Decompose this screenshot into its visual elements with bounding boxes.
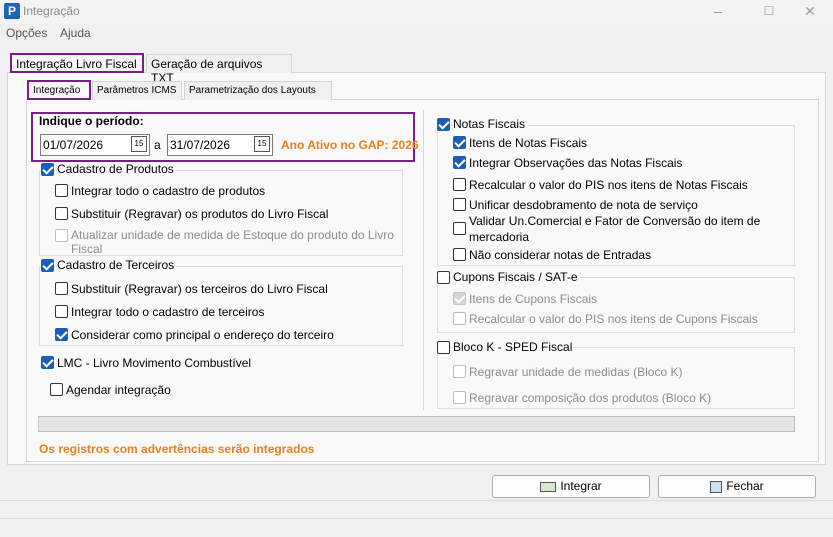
close-button[interactable]: ✕ xyxy=(787,0,833,24)
terceiros-integrar-checkbox[interactable] xyxy=(55,305,68,318)
start-calendar-icon[interactable]: 15 xyxy=(131,136,147,152)
column-divider xyxy=(423,110,424,410)
blocok-composicao-label: Regravar composição dos produtos (Bloco … xyxy=(469,391,712,405)
integrar-label: Integrar xyxy=(560,479,602,493)
produtos-integrar-checkbox[interactable] xyxy=(55,184,68,197)
produtos-substituir-label: Substituir (Regravar) os produtos do Liv… xyxy=(71,207,329,221)
terceiros-title: Cadastro de Terceiros xyxy=(57,258,177,272)
fechar-button[interactable]: Fechar xyxy=(658,475,816,498)
produtos-title: Cadastro de Produtos xyxy=(57,162,176,176)
terceiros-substituir-checkbox[interactable] xyxy=(55,282,68,295)
terceiros-checkbox[interactable] xyxy=(41,259,54,272)
menu-ajuda[interactable]: Ajuda xyxy=(60,26,91,40)
warning-text: Os registros com advertências serão inte… xyxy=(39,442,315,456)
cupons-title: Cupons Fiscais / SAT-e xyxy=(453,270,580,284)
notas-pis-label: Recalcular o valor do PIS nos itens de N… xyxy=(469,178,748,192)
cupons-pis-checkbox[interactable] xyxy=(453,312,466,325)
blocok-title: Bloco K - SPED Fiscal xyxy=(453,340,575,354)
tab-parametrizacao-layouts[interactable]: Parametrização dos Layouts xyxy=(184,81,332,100)
terceiros-principal-label: Considerar como principal o endereço do … xyxy=(71,328,334,342)
cupons-itens-label: Itens de Cupons Fiscais xyxy=(469,292,598,306)
produtos-atualizar-checkbox[interactable] xyxy=(55,229,68,242)
integrar-button[interactable]: Integrar xyxy=(492,475,650,498)
cupons-pis-label: Recalcular o valor do PIS nos itens de C… xyxy=(469,312,758,326)
menu-bar: Opções Ajuda xyxy=(0,24,833,42)
tab-geracao-txt[interactable]: Geração de arquivos TXT xyxy=(146,54,292,85)
terceiros-principal-checkbox[interactable] xyxy=(55,328,68,341)
blocok-unidade-label: Regravar unidade de medidas (Bloco K) xyxy=(469,365,683,379)
notas-itens-label: Itens de Notas Fiscais xyxy=(469,136,588,150)
tab-parametros-icms[interactable]: Parâmetros ICMS xyxy=(92,81,182,100)
notas-entradas-label: Não considerar notas de Entradas xyxy=(469,248,652,262)
notas-unificar-checkbox[interactable] xyxy=(453,198,466,211)
window-title: Integração xyxy=(23,4,80,18)
terceiros-integrar-label: Integrar todo o cadastro de terceiros xyxy=(71,305,265,319)
notas-validar-label: Validar Un.Comercial e Fator de Conversã… xyxy=(469,214,761,228)
separator-line xyxy=(0,500,833,501)
produtos-atualizar-label-2: Fiscal xyxy=(71,242,103,256)
title-bar: P Integração – ☐ ✕ xyxy=(0,0,833,24)
integrar-icon xyxy=(540,481,557,492)
agendar-label: Agendar integração xyxy=(66,383,171,397)
minimize-button[interactable]: – xyxy=(695,0,741,24)
notas-validar-label-2: mercadoria xyxy=(469,230,530,244)
notas-checkbox[interactable] xyxy=(437,118,450,131)
menu-opcoes[interactable]: Opções xyxy=(6,26,47,40)
notas-title: Notas Fiscais xyxy=(453,117,528,131)
period-separator: a xyxy=(154,138,161,152)
produtos-substituir-checkbox[interactable] xyxy=(55,207,68,220)
app-icon: P xyxy=(4,3,20,19)
period-label: Indique o período: xyxy=(39,114,144,128)
notas-observacoes-checkbox[interactable] xyxy=(453,156,466,169)
blocok-composicao-checkbox[interactable] xyxy=(453,391,466,404)
notas-entradas-checkbox[interactable] xyxy=(453,248,466,261)
notas-itens-checkbox[interactable] xyxy=(453,136,466,149)
fechar-label: Fechar xyxy=(726,479,764,493)
blocok-unidade-checkbox[interactable] xyxy=(453,365,466,378)
notas-validar-checkbox[interactable] xyxy=(453,222,466,235)
active-year-notice: Ano Ativo no GAP: 2026 xyxy=(281,138,419,152)
progress-bar xyxy=(38,416,795,432)
lmc-checkbox[interactable] xyxy=(41,356,54,369)
blocok-checkbox[interactable] xyxy=(437,341,450,354)
produtos-checkbox[interactable] xyxy=(41,163,54,176)
fechar-icon xyxy=(710,480,723,493)
tab-integracao[interactable]: Integração xyxy=(27,80,91,100)
agendar-checkbox[interactable] xyxy=(50,383,63,396)
notas-observacoes-label: Integrar Observações das Notas Fiscais xyxy=(469,156,683,170)
tab-integracao-livro-fiscal[interactable]: Integração Livro Fiscal xyxy=(10,53,144,73)
terceiros-substituir-label: Substituir (Regravar) os terceiros do Li… xyxy=(71,282,328,296)
produtos-integrar-label: Integrar todo o cadastro de produtos xyxy=(71,184,266,198)
cupons-checkbox[interactable] xyxy=(437,271,450,284)
notas-unificar-label: Unificar desdobramento de nota de serviç… xyxy=(469,198,698,212)
status-bar xyxy=(0,518,833,537)
lmc-label: LMC - Livro Movimento Combustível xyxy=(57,356,252,370)
notas-pis-checkbox[interactable] xyxy=(453,178,466,191)
cupons-itens-checkbox[interactable] xyxy=(453,292,466,305)
maximize-button[interactable]: ☐ xyxy=(746,0,792,24)
produtos-atualizar-label: Atualizar unidade de medida de Estoque d… xyxy=(71,228,394,242)
end-calendar-icon[interactable]: 15 xyxy=(254,136,270,152)
